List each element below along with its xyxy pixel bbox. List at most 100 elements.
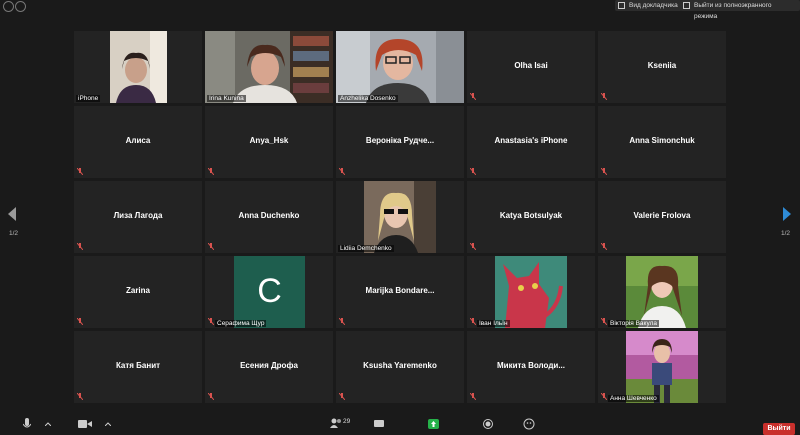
participant-tile[interactable]: Irina Kunina bbox=[205, 31, 333, 103]
participant-label: Anzhelika Dosenko bbox=[338, 95, 398, 102]
muted-mic-icon bbox=[601, 243, 607, 250]
muted-mic-icon bbox=[77, 243, 83, 250]
participant-label: Анна Шевченко bbox=[608, 395, 659, 402]
participant-tile[interactable]: Olha Isai bbox=[467, 31, 595, 103]
participant-video bbox=[336, 31, 464, 103]
chat-icon[interactable] bbox=[374, 420, 384, 428]
speaker-view-button[interactable]: Вид докладчика bbox=[615, 0, 682, 11]
participant-name: Kseniia bbox=[647, 61, 677, 70]
participant-name: Ksusha Yaremenko bbox=[363, 361, 437, 370]
participant-name: Olha Isai bbox=[514, 61, 548, 70]
participant-name: Katya Botsulyak bbox=[499, 211, 563, 220]
participant-tile[interactable]: Вероніка Рудче... bbox=[336, 106, 464, 178]
page-indicator-right: 1/2 bbox=[781, 230, 791, 237]
next-page-arrow-icon[interactable] bbox=[783, 207, 791, 221]
participant-tile[interactable]: iPhone bbox=[74, 31, 202, 103]
muted-mic-icon bbox=[470, 93, 476, 100]
exit-fullscreen-button[interactable]: Выйти из полноэкранного режима bbox=[680, 0, 800, 20]
participant-name: Valerie Frolova bbox=[633, 211, 691, 220]
participant-video bbox=[364, 181, 436, 253]
participant-tile[interactable]: Anna Duchenko bbox=[205, 181, 333, 253]
participant-avatar-image bbox=[495, 256, 567, 328]
participant-tile[interactable]: Valerie Frolova bbox=[598, 181, 726, 253]
top-bar: Вид докладчика Выйти из полноэкранного р… bbox=[0, 0, 800, 20]
muted-mic-icon bbox=[339, 168, 345, 175]
participant-name: Есения Дрофа bbox=[240, 361, 298, 370]
participant-name: Алиса bbox=[125, 136, 151, 145]
participant-name: Anya_Hsk bbox=[249, 136, 289, 145]
participant-name: Anastasia's iPhone bbox=[494, 136, 568, 145]
muted-mic-icon bbox=[208, 393, 214, 400]
participant-tile[interactable]: Алиса bbox=[74, 106, 202, 178]
muted-mic-icon bbox=[470, 243, 476, 250]
muted-mic-icon bbox=[77, 393, 83, 400]
meeting-toolbar bbox=[0, 412, 800, 435]
muted-mic-icon bbox=[601, 393, 607, 400]
reactions-icon[interactable] bbox=[523, 418, 535, 430]
previous-page-arrow-icon[interactable] bbox=[8, 207, 16, 221]
participant-tile[interactable]: Marijka Bondare... bbox=[336, 256, 464, 328]
participants-gallery: iPhone Irina Kunina Anzhelika Dosenko Ol… bbox=[74, 31, 726, 404]
participant-tile[interactable]: Kseniia bbox=[598, 31, 726, 103]
participants-count: 29 bbox=[343, 418, 351, 425]
participant-tile[interactable]: Zarina bbox=[74, 256, 202, 328]
muted-mic-icon bbox=[470, 168, 476, 175]
muted-mic-icon bbox=[208, 318, 214, 325]
participant-label: Lidiia Demchenko bbox=[338, 245, 394, 252]
record-icon[interactable] bbox=[483, 419, 493, 429]
participant-name: Вероніка Рудче... bbox=[365, 136, 435, 145]
microphone-icon[interactable] bbox=[23, 418, 31, 430]
participant-tile[interactable]: Микита Володи... bbox=[467, 331, 595, 403]
participant-name: Zarina bbox=[125, 286, 150, 295]
participant-label: Серафима Щур bbox=[215, 320, 267, 327]
participant-name: Микита Володи... bbox=[497, 361, 565, 370]
participant-tile[interactable]: Есения Дрофа bbox=[205, 331, 333, 403]
video-camera-icon[interactable] bbox=[78, 420, 92, 428]
muted-mic-icon bbox=[339, 318, 345, 325]
participant-label: Іван Ільїн bbox=[477, 320, 510, 327]
grid-icon bbox=[618, 2, 625, 9]
exit-fullscreen-icon bbox=[683, 2, 690, 9]
participant-tile[interactable]: C Серафима Щур bbox=[205, 256, 333, 328]
participant-tile[interactable]: Anna Simonchuk bbox=[598, 106, 726, 178]
participant-video bbox=[626, 331, 698, 403]
participant-label: Irina Kunina bbox=[207, 95, 246, 102]
muted-mic-icon bbox=[601, 168, 607, 175]
participant-tile[interactable]: Lidiia Demchenko bbox=[336, 181, 464, 253]
muted-mic-icon bbox=[470, 318, 476, 325]
participant-tile[interactable]: Іван Ільїн bbox=[467, 256, 595, 328]
participant-video bbox=[626, 256, 698, 328]
participant-name: Лиза Лагода bbox=[113, 211, 163, 220]
participants-icon[interactable] bbox=[330, 418, 342, 428]
participant-tile[interactable]: Katya Botsulyak bbox=[467, 181, 595, 253]
participant-name: Marijka Bondare... bbox=[365, 286, 435, 295]
share-screen-icon[interactable] bbox=[428, 419, 439, 429]
muted-mic-icon bbox=[208, 168, 214, 175]
page-indicator-left: 1/2 bbox=[9, 230, 19, 237]
avatar: C bbox=[234, 256, 305, 328]
participant-label: iPhone bbox=[76, 95, 101, 102]
participant-tile[interactable]: Ksusha Yaremenko bbox=[336, 331, 464, 403]
muted-mic-icon bbox=[77, 318, 83, 325]
participant-tile[interactable]: Anya_Hsk bbox=[205, 106, 333, 178]
security-shield-icon[interactable] bbox=[15, 1, 26, 12]
participant-video bbox=[205, 31, 333, 103]
leave-meeting-button[interactable]: Выйти bbox=[763, 423, 795, 435]
participant-name: Anna Simonchuk bbox=[629, 136, 695, 145]
muted-mic-icon bbox=[77, 168, 83, 175]
muted-mic-icon bbox=[601, 318, 607, 325]
participant-video bbox=[110, 31, 167, 103]
chevron-up-icon[interactable] bbox=[105, 422, 111, 426]
info-icon[interactable] bbox=[3, 1, 14, 12]
participant-tile[interactable]: Anastasia's iPhone bbox=[467, 106, 595, 178]
participant-tile[interactable]: Анна Шевченко bbox=[598, 331, 726, 403]
muted-mic-icon bbox=[601, 93, 607, 100]
active-speaker-tile[interactable]: Anzhelika Dosenko bbox=[336, 31, 464, 103]
participant-tile[interactable]: Вікторія Вакула bbox=[598, 256, 726, 328]
muted-mic-icon bbox=[208, 243, 214, 250]
participant-label: Вікторія Вакула bbox=[608, 320, 659, 327]
participant-tile[interactable]: Лиза Лагода bbox=[74, 181, 202, 253]
muted-mic-icon bbox=[339, 393, 345, 400]
participant-tile[interactable]: Катя Банит bbox=[74, 331, 202, 403]
chevron-up-icon[interactable] bbox=[45, 422, 51, 426]
